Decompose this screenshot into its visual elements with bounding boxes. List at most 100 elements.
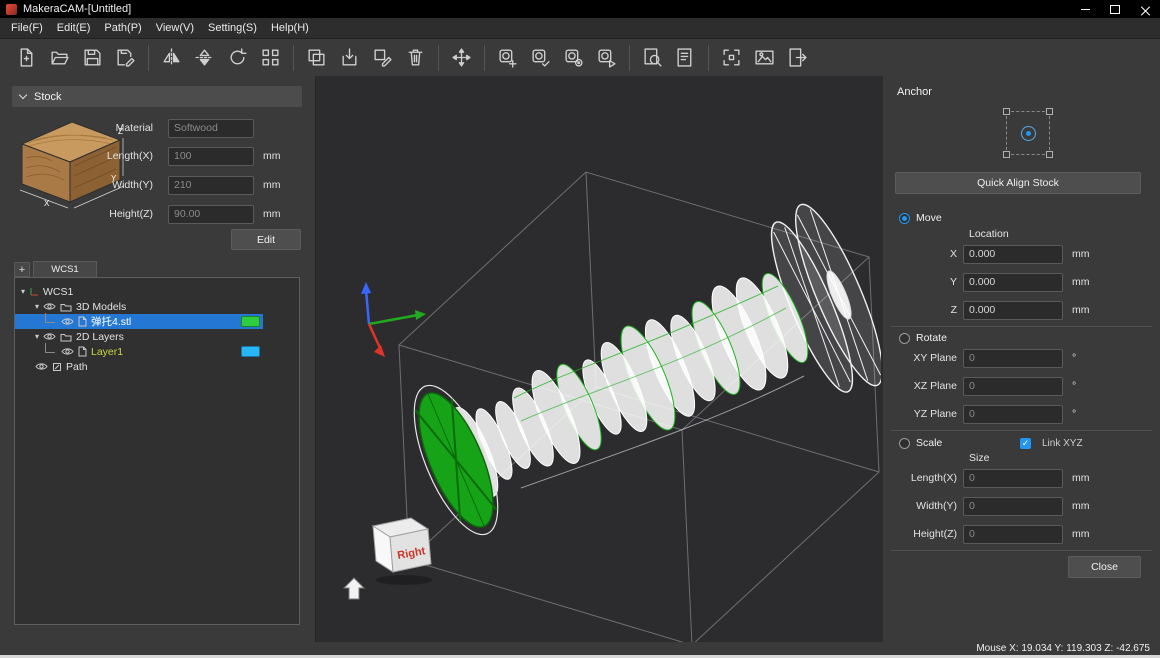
eye-icon[interactable] xyxy=(61,347,74,356)
layer-color-swatch[interactable] xyxy=(241,346,260,357)
anchor-corner-top-right[interactable] xyxy=(1046,108,1053,115)
file-icon xyxy=(78,316,87,327)
model-body xyxy=(443,268,816,501)
tree-item-layer1[interactable]: Layer1 xyxy=(15,344,263,359)
close-panel-button[interactable]: Close xyxy=(1068,556,1141,578)
stock-section-header[interactable]: Stock xyxy=(12,86,302,107)
chevron-down-icon[interactable]: ▾ xyxy=(21,284,25,299)
rotate-radio[interactable] xyxy=(899,333,910,344)
new-file-icon[interactable] xyxy=(10,43,43,73)
export-file-icon[interactable] xyxy=(781,43,814,73)
rotate-radio-row[interactable]: Rotate xyxy=(899,331,947,345)
app-logo-icon xyxy=(6,4,17,15)
chevron-down-icon[interactable]: ▾ xyxy=(35,299,39,314)
rotate-xy-input[interactable]: 0 xyxy=(963,349,1063,368)
view-cube[interactable]: Right xyxy=(373,518,432,585)
link-xyz-checkbox[interactable]: ✓ xyxy=(1020,438,1031,449)
material-input[interactable]: Softwood xyxy=(168,119,254,138)
section-divider xyxy=(891,326,1152,327)
toolpath-settings-icon[interactable] xyxy=(557,43,590,73)
quick-align-stock-button[interactable]: Quick Align Stock xyxy=(895,172,1141,194)
anchor-center-point[interactable] xyxy=(1021,126,1036,141)
size-label: Size xyxy=(969,452,989,464)
eye-icon[interactable] xyxy=(43,302,56,311)
add-wcs-tab-button[interactable]: + xyxy=(14,262,30,277)
maximize-button[interactable] xyxy=(1100,0,1130,18)
mirror-horizontal-icon[interactable] xyxy=(155,43,188,73)
menu-help[interactable]: Help(H) xyxy=(264,19,316,38)
menu-edit[interactable]: Edit(E) xyxy=(50,19,98,38)
move-radio[interactable] xyxy=(899,213,910,224)
move-radio-row[interactable]: Move xyxy=(899,211,942,225)
rotate-xz-input[interactable]: 0 xyxy=(963,377,1063,396)
tree-item-wcs1[interactable]: ▾ WCS1 xyxy=(15,284,299,299)
wcs-tab[interactable]: WCS1 xyxy=(33,261,97,277)
material-row: Material Softwood xyxy=(0,118,312,138)
location-x-input[interactable]: 0.000 xyxy=(963,245,1063,264)
size-length-input[interactable]: 0 xyxy=(963,469,1063,488)
capture-image-icon[interactable] xyxy=(748,43,781,73)
scale-radio-row[interactable]: Scale xyxy=(899,436,942,450)
menu-setting[interactable]: Setting(S) xyxy=(201,19,264,38)
delete-icon[interactable] xyxy=(399,43,432,73)
tree-item-model-file[interactable]: 弹托4.stl xyxy=(15,314,263,329)
eye-icon[interactable] xyxy=(61,317,74,326)
size-height-input[interactable]: 0 xyxy=(963,525,1063,544)
eye-icon[interactable] xyxy=(43,332,56,341)
height-input[interactable]: 90.00 xyxy=(168,205,254,224)
fit-view-icon[interactable] xyxy=(715,43,748,73)
anchor-corner-bottom-left[interactable] xyxy=(1003,151,1010,158)
document-list-icon[interactable] xyxy=(669,43,702,73)
tree-item-3d-models[interactable]: ▾ 3D Models xyxy=(15,299,299,314)
menu-view[interactable]: View(V) xyxy=(149,19,201,38)
material-label: Material xyxy=(0,122,168,134)
size-width-input[interactable]: 0 xyxy=(963,497,1063,516)
tree-item-label: Path xyxy=(66,361,88,373)
rotate-icon[interactable] xyxy=(221,43,254,73)
anchor-corner-top-left[interactable] xyxy=(1003,108,1010,115)
length-input[interactable]: 100 xyxy=(168,147,254,166)
rotate-yz-input[interactable]: 0 xyxy=(963,405,1063,424)
mirror-vertical-icon[interactable] xyxy=(188,43,221,73)
link-xyz-row[interactable]: ✓ Link XYZ xyxy=(1020,436,1083,450)
toolpath-simulate-icon[interactable] xyxy=(590,43,623,73)
move-axes-icon[interactable] xyxy=(445,43,478,73)
minimize-button[interactable] xyxy=(1070,0,1100,18)
chevron-down-icon[interactable]: ▾ xyxy=(35,329,39,344)
toolpath-add-icon[interactable] xyxy=(491,43,524,73)
y-unit: mm xyxy=(1072,276,1090,288)
viewport[interactable]: Right xyxy=(315,76,884,643)
anchor-corner-bottom-right[interactable] xyxy=(1046,151,1053,158)
model-color-swatch[interactable] xyxy=(241,316,260,327)
array-copy-icon[interactable] xyxy=(254,43,287,73)
save-icon[interactable] xyxy=(76,43,109,73)
edit-object-icon[interactable] xyxy=(366,43,399,73)
import-to-stock-icon[interactable] xyxy=(333,43,366,73)
length-unit: mm xyxy=(263,150,281,162)
tree-item-path[interactable]: Path xyxy=(15,359,299,374)
tree-connector xyxy=(45,313,55,323)
width-label: Width(Y) xyxy=(0,179,168,191)
menu-file[interactable]: File(F) xyxy=(4,19,50,38)
duplicate-icon[interactable] xyxy=(300,43,333,73)
location-z-input[interactable]: 0.000 xyxy=(963,301,1063,320)
toolpath-check-icon[interactable] xyxy=(524,43,557,73)
width-input[interactable]: 210 xyxy=(168,176,254,195)
home-view-icon[interactable] xyxy=(344,578,364,599)
anchor-point-selector[interactable] xyxy=(1006,111,1050,155)
edit-stock-button[interactable]: Edit xyxy=(231,229,301,250)
eye-icon[interactable] xyxy=(35,362,48,371)
tree-item-2d-layers[interactable]: ▾ 2D Layers xyxy=(15,329,299,344)
viewport-canvas[interactable]: Right xyxy=(316,76,881,643)
menu-path[interactable]: Path(P) xyxy=(97,19,148,38)
x-unit: mm xyxy=(1072,248,1090,260)
close-button[interactable] xyxy=(1130,0,1160,18)
xy-plane-label: XY Plane xyxy=(883,352,963,364)
rotate-xz-row: XZ Plane 0 ° xyxy=(883,376,1160,396)
open-icon[interactable] xyxy=(43,43,76,73)
save-as-icon[interactable] xyxy=(109,43,142,73)
location-y-input[interactable]: 0.000 xyxy=(963,273,1063,292)
scale-radio[interactable] xyxy=(899,438,910,449)
find-object-icon[interactable] xyxy=(636,43,669,73)
layer-icon xyxy=(78,346,87,357)
